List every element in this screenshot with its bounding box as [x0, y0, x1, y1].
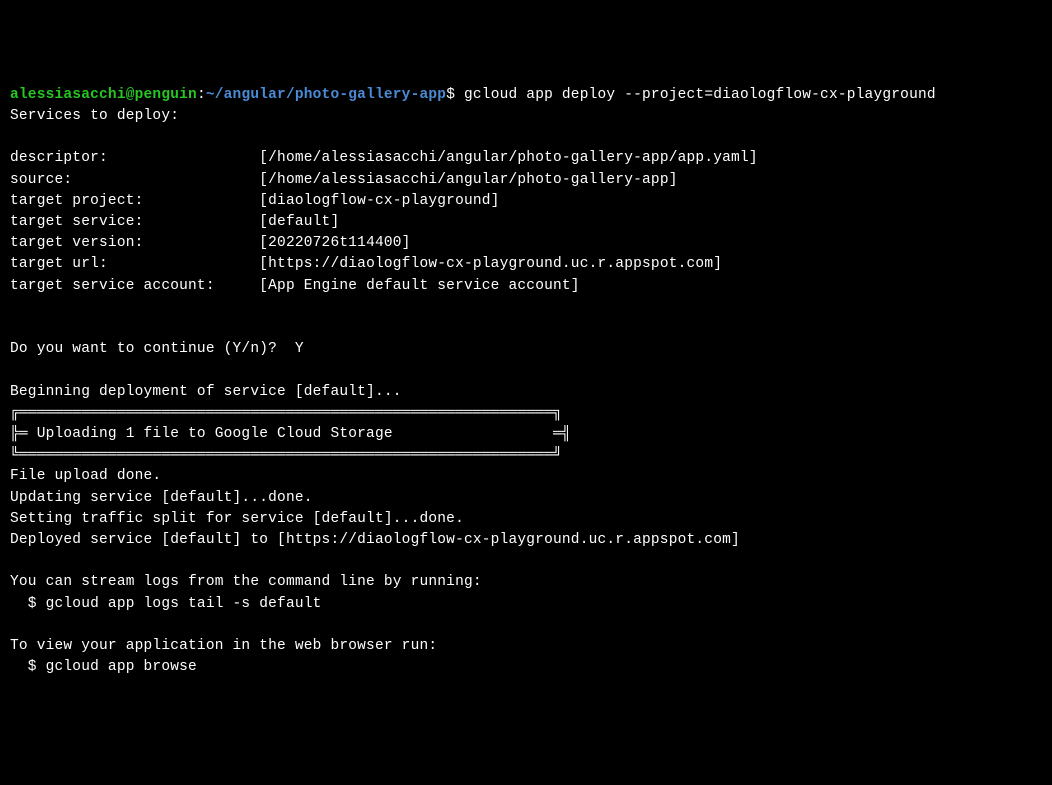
target-url-label: target url:	[10, 256, 108, 272]
target-url-value: [https://diaologflow-cx-playground.uc.r.…	[259, 256, 722, 272]
services-line: Services to deploy:	[10, 108, 179, 124]
source-value: [/home/alessiasacchi/angular/photo-galle…	[259, 172, 677, 188]
view-app-hint: To view your application in the web brow…	[10, 638, 437, 654]
target-account-label: target service account:	[10, 278, 215, 294]
upload-done: File upload done.	[10, 468, 161, 484]
prompt-at: @	[126, 87, 135, 103]
target-service-value: [default]	[259, 214, 339, 230]
stream-logs-hint: You can stream logs from the command lin…	[10, 574, 482, 590]
beginning-deploy: Beginning deployment of service [default…	[10, 384, 402, 400]
target-project-value: [diaologflow-cx-playground]	[259, 193, 499, 209]
prompt-colon: :	[197, 87, 206, 103]
browse-command: $ gcloud app browse	[10, 659, 197, 675]
prompt-user: alessiasacchi	[10, 87, 126, 103]
box-top: ╔═══════════════════════════════════════…	[10, 405, 562, 421]
source-label: source:	[10, 172, 72, 188]
logs-command: $ gcloud app logs tail -s default	[10, 596, 322, 612]
box-mid: ╠═ Uploading 1 file to Google Cloud Stor…	[10, 426, 571, 442]
pad	[108, 150, 259, 166]
target-project-label: target project:	[10, 193, 144, 209]
target-service-label: target service:	[10, 214, 144, 230]
deployed-service: Deployed service [default] to [https://d…	[10, 532, 740, 548]
prompt-dollar: $	[446, 87, 455, 103]
descriptor-label: descriptor:	[10, 150, 108, 166]
prompt-host: penguin	[135, 87, 197, 103]
continue-prompt: Do you want to continue (Y/n)? Y	[10, 341, 304, 357]
traffic-split: Setting traffic split for service [defau…	[10, 511, 464, 527]
updating-service: Updating service [default]...done.	[10, 490, 313, 506]
box-bot: ╚═══════════════════════════════════════…	[10, 447, 562, 463]
target-account-value: [App Engine default service account]	[259, 278, 579, 294]
prompt-path: ~/angular/photo-gallery-app	[206, 87, 446, 103]
terminal-output[interactable]: alessiasacchi@penguin:~/angular/photo-ga…	[10, 85, 1042, 679]
command-text: gcloud app deploy --project=diaologflow-…	[455, 87, 936, 103]
descriptor-value: [/home/alessiasacchi/angular/photo-galle…	[259, 150, 757, 166]
target-version-value: [20220726t114400]	[259, 235, 410, 251]
target-version-label: target version:	[10, 235, 144, 251]
